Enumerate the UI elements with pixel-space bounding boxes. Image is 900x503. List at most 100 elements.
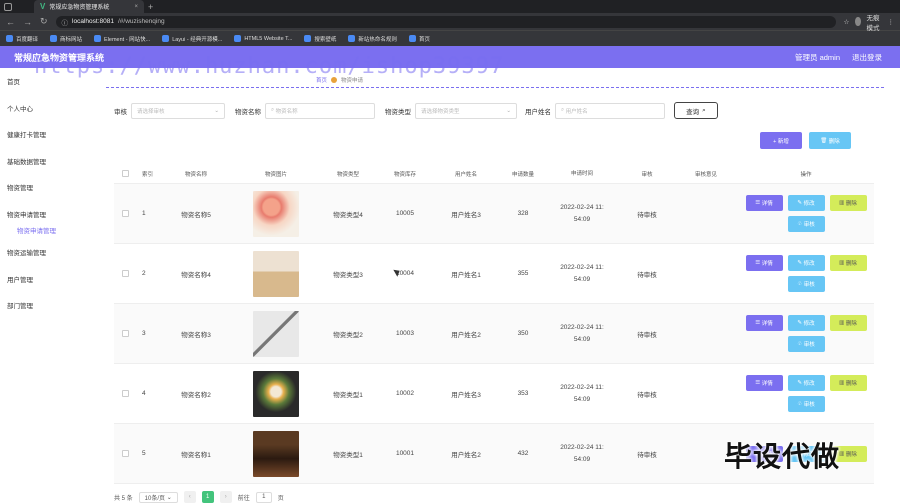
bookmark-icon bbox=[162, 35, 170, 42]
cell-status: 待审核 bbox=[637, 331, 657, 339]
profile-label[interactable]: 无痕模式 bbox=[867, 12, 882, 32]
sidebar-subitem-material-requests[interactable]: 物资申请管理 bbox=[0, 221, 88, 239]
chevron-down-icon: ⌄ bbox=[506, 107, 511, 114]
review-button[interactable]: ♧ 审核 bbox=[787, 216, 825, 232]
bookmark-item[interactable]: 首页 bbox=[408, 35, 430, 43]
total-count: 共 5 条 bbox=[114, 495, 133, 502]
sidebar-item-materials[interactable]: 物资管理 bbox=[0, 174, 88, 201]
review-button[interactable]: ♧ 审核 bbox=[787, 396, 825, 412]
col-user[interactable]: 用户姓名 bbox=[430, 170, 502, 178]
col-status[interactable]: 审核 bbox=[620, 170, 674, 178]
cell-index: 3 bbox=[142, 330, 146, 337]
col-qty[interactable]: 申请数量 bbox=[502, 170, 544, 178]
bookmark-item[interactable]: 新站热命名规则 bbox=[348, 35, 397, 43]
next-page-icon[interactable]: › bbox=[219, 491, 232, 503]
reload-icon[interactable]: ↻ bbox=[40, 16, 48, 27]
cell-user: 用户姓名2 bbox=[451, 331, 481, 339]
name-input[interactable]: ⌕ 物资名称 bbox=[265, 102, 375, 119]
user-input[interactable]: ⌕ 用户姓名 bbox=[555, 102, 665, 119]
bookmark-icon bbox=[94, 35, 102, 42]
cell-qty: 328 bbox=[517, 210, 529, 217]
batch-delete-button[interactable]: 🗑 删除 bbox=[809, 132, 851, 149]
vue-icon: V bbox=[40, 2, 46, 11]
sidebar-item-home[interactable]: 首页 bbox=[0, 68, 88, 95]
goto-label: 前往 bbox=[237, 495, 250, 502]
detail-button[interactable]: ☰ 详情 bbox=[745, 315, 783, 331]
delete-button[interactable]: ▥ 删除 bbox=[829, 195, 867, 211]
bookmark-item[interactable]: Layui - 经典开源模... bbox=[162, 35, 222, 43]
window-icon[interactable] bbox=[4, 2, 12, 11]
row-checkbox[interactable] bbox=[121, 450, 129, 457]
cell-stock: 10003 bbox=[395, 330, 415, 337]
row-checkbox[interactable] bbox=[121, 270, 129, 277]
sidebar-item-departments[interactable]: 部门管理 bbox=[0, 292, 88, 319]
review-button[interactable]: ♧ 审核 bbox=[787, 336, 825, 352]
select-all-checkbox[interactable] bbox=[121, 170, 129, 177]
goto-page-input[interactable]: 1 bbox=[255, 491, 272, 503]
table-row: 3 物资名称3 物资类型2 10003 用户姓名2 350 2022-02-24… bbox=[114, 304, 874, 364]
bookmark-item[interactable]: Element - 网站快... bbox=[94, 35, 150, 43]
cell-type: 物资类型2 bbox=[333, 331, 363, 339]
edit-button[interactable]: ✎ 修改 bbox=[787, 315, 825, 331]
cell-time: 2022-02-24 11: 54:09 bbox=[560, 383, 604, 403]
close-tab-icon[interactable]: × bbox=[134, 4, 138, 10]
detail-button[interactable]: ☰ 详情 bbox=[745, 195, 783, 211]
col-type[interactable]: 物资类型 bbox=[316, 170, 380, 178]
sidebar-item-personal-center[interactable]: 个人中心 bbox=[0, 95, 88, 122]
delete-button[interactable]: ▥ 删除 bbox=[829, 375, 867, 391]
edit-button[interactable]: ✎ 修改 bbox=[787, 375, 825, 391]
cell-qty: 353 bbox=[517, 390, 529, 397]
delete-button[interactable]: ▥ 删除 bbox=[829, 315, 867, 331]
cell-type: 物资类型3 bbox=[333, 271, 363, 279]
type-select[interactable]: 请选择物资类型 ⌄ bbox=[415, 102, 517, 119]
browser-chrome: V 常规应急物资管理系统 × + ← → ↻ ⓘ localhost:8081/… bbox=[0, 0, 900, 46]
col-index: 索引 bbox=[142, 171, 154, 178]
row-checkbox[interactable] bbox=[121, 390, 129, 397]
back-icon[interactable]: ← bbox=[6, 17, 15, 27]
sidebar-item-basic-data[interactable]: 基础数据管理 bbox=[0, 148, 88, 175]
edit-button[interactable]: ✎ 修改 bbox=[787, 255, 825, 271]
col-name[interactable]: 物资名称 bbox=[156, 170, 236, 178]
row-checkbox[interactable] bbox=[121, 210, 129, 217]
detail-button[interactable]: ☰ 详情 bbox=[745, 375, 783, 391]
breadcrumb-home[interactable]: 首页 bbox=[316, 76, 327, 84]
menu-icon[interactable]: ⋮ bbox=[888, 18, 895, 26]
edit-button[interactable]: ✎ 修改 bbox=[787, 195, 825, 211]
delete-button[interactable]: ▥ 删除 bbox=[829, 255, 867, 271]
bookmark-item[interactable]: 百度翻译 bbox=[6, 35, 38, 43]
col-image: 物资图片 bbox=[264, 171, 287, 178]
detail-button[interactable]: ☰ 详情 bbox=[745, 255, 783, 271]
cell-status: 待审核 bbox=[637, 271, 657, 279]
new-tab-icon[interactable]: + bbox=[148, 2, 153, 12]
status-select[interactable]: 请选择审核 ⌄ bbox=[131, 102, 225, 119]
cell-index: 1 bbox=[142, 210, 146, 217]
prev-page-icon[interactable]: ‹ bbox=[183, 491, 196, 503]
col-reply[interactable]: 审核意见 bbox=[674, 170, 738, 178]
review-button[interactable]: ♧ 审核 bbox=[787, 276, 825, 292]
query-button[interactable]: 查询 ⌕ bbox=[674, 102, 718, 119]
col-stock[interactable]: 物资库存 bbox=[380, 170, 430, 178]
profile-avatar[interactable] bbox=[855, 17, 861, 26]
row-checkbox[interactable] bbox=[121, 330, 129, 337]
bookmark-item[interactable]: 商标网站 bbox=[50, 35, 82, 43]
tab-title: 常规应急物资管理系统 bbox=[49, 5, 110, 11]
page-size-select[interactable]: 10条/页 ⌄ bbox=[138, 491, 178, 503]
col-time[interactable]: 申请时间 bbox=[544, 168, 620, 180]
bookmark-item[interactable]: HTML5 Website T... bbox=[234, 35, 292, 42]
cell-type: 物资类型1 bbox=[333, 451, 363, 459]
logout-link[interactable]: 退出登录 bbox=[852, 52, 882, 63]
forward-icon[interactable]: → bbox=[23, 17, 32, 27]
cell-name: 物资名称1 bbox=[181, 451, 211, 459]
trash-icon: ▥ bbox=[839, 450, 846, 457]
add-button[interactable]: + 新增 bbox=[760, 132, 802, 149]
address-bar[interactable]: ⓘ localhost:8081/#/wuzishenqing bbox=[55, 15, 836, 28]
page-number[interactable]: 1 bbox=[201, 491, 214, 503]
cell-time: 2022-02-24 11: 54:09 bbox=[560, 203, 604, 223]
star-icon[interactable]: ☆ bbox=[844, 18, 850, 26]
sidebar-item-users[interactable]: 用户管理 bbox=[0, 266, 88, 293]
browser-tab[interactable]: V 常规应急物资管理系统 × bbox=[34, 0, 144, 13]
sidebar-item-health-checkin[interactable]: 健康打卡管理 bbox=[0, 121, 88, 148]
breadcrumb-current: 物资申请 bbox=[341, 78, 364, 84]
sidebar-item-transport[interactable]: 物资运输管理 bbox=[0, 239, 88, 266]
bookmark-item[interactable]: 搜索壁纸 bbox=[304, 35, 336, 43]
